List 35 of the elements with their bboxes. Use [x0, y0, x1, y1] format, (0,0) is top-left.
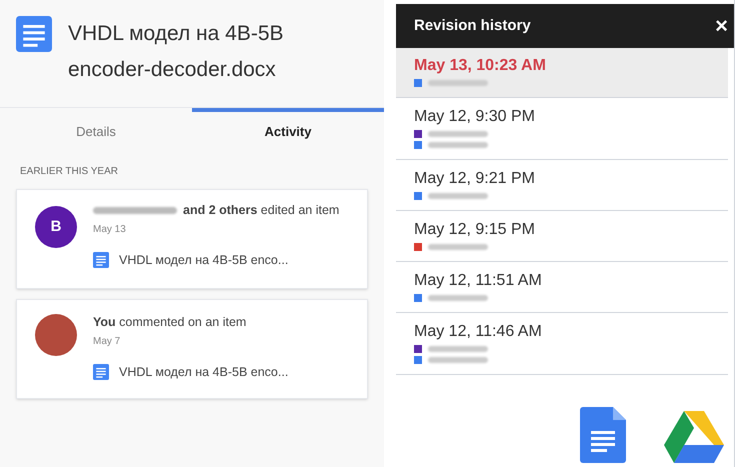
revision-time: May 12, 9:15 PM — [414, 220, 536, 240]
file-link[interactable]: VHDL модел на 4B-5B enco... — [119, 251, 288, 270]
document-icon — [580, 407, 626, 463]
revision-time: May 13, 10:23 AM — [414, 56, 547, 76]
blurred-name — [428, 346, 488, 352]
file-title: VHDL модел на 4B-5B — [68, 21, 284, 47]
avatar: B — [35, 206, 77, 248]
avatar-photo-placeholder — [35, 314, 77, 356]
activity-summary: You commented on an item — [93, 314, 246, 331]
panel-title: Revision history — [414, 16, 531, 36]
tab[interactable]: Details — [0, 108, 192, 152]
file-link[interactable]: VHDL модел на 4B-5B enco... — [119, 362, 288, 382]
close-button[interactable]: × — [715, 15, 728, 37]
triangle-logo-icon — [664, 411, 724, 463]
blurred-name — [428, 244, 488, 250]
activity-date: May 13 — [93, 223, 127, 237]
revision-time: May 12, 11:46 AM — [414, 322, 543, 342]
file-title: encoder-decoder.docx — [68, 57, 277, 83]
blurred-name — [428, 80, 488, 86]
blurred-name — [428, 142, 488, 148]
revision-time: May 12, 9:30 PM — [414, 107, 536, 127]
section-heading: EARLIER THIS YEAR — [19, 165, 119, 179]
document-icon — [93, 252, 109, 268]
activity-date: May 7 — [93, 334, 122, 349]
blurred-name — [428, 295, 488, 301]
tab[interactable]: Activity — [192, 108, 384, 152]
document-icon — [93, 364, 109, 380]
document-icon — [16, 16, 52, 52]
blurred-name — [428, 357, 488, 363]
revision-item[interactable]: May 13, 10:23 AM — [396, 48, 728, 98]
blurred-name — [428, 131, 488, 137]
activity-summary: and 2 others edited an item — [183, 202, 340, 219]
revision-time: May 12, 9:21 PM — [414, 169, 536, 189]
blurred-name — [428, 193, 488, 199]
revision-time: May 12, 11:51 AM — [414, 271, 543, 291]
